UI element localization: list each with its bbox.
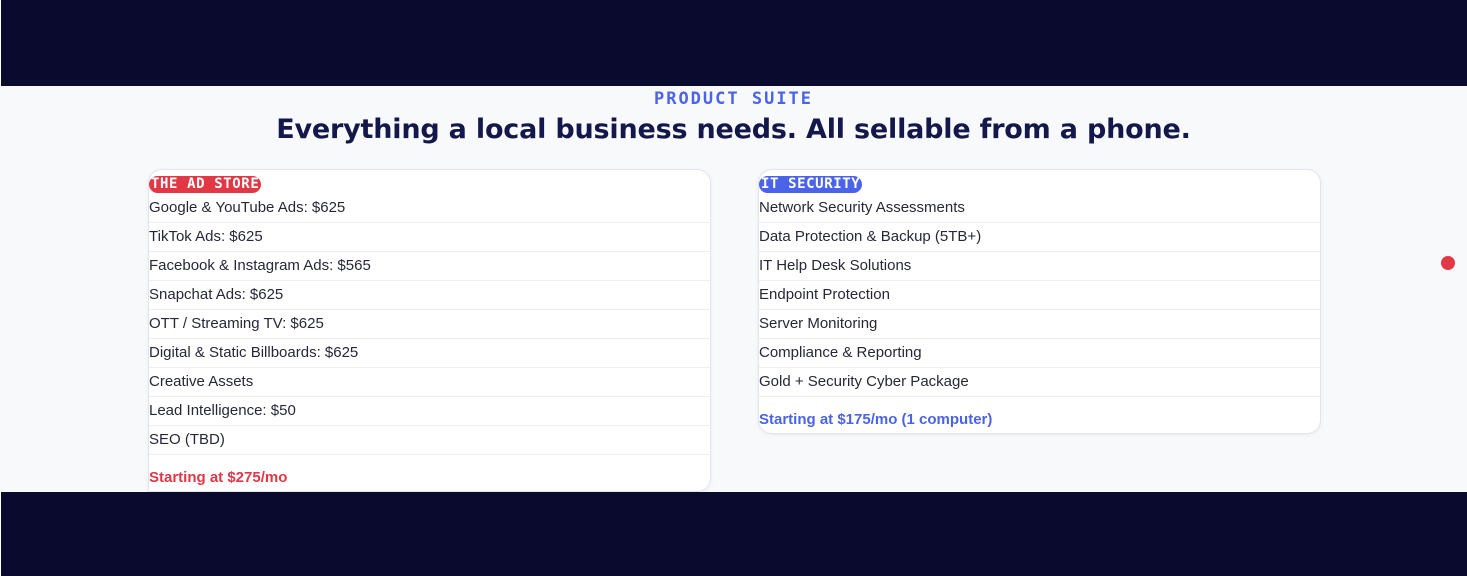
list-item: Google & YouTube Ads: $625: [149, 194, 710, 223]
bottom-dark-band: [0, 492, 1467, 576]
section-headline: Everything a local business needs. All s…: [276, 114, 1191, 145]
list-item: Server Monitoring: [759, 310, 1320, 339]
it-security-list: Network Security Assessments Data Protec…: [759, 194, 1320, 397]
list-item: TikTok Ads: $625: [149, 223, 710, 252]
list-item: Lead Intelligence: $50: [149, 397, 710, 426]
list-item: Data Protection & Backup (5TB+): [759, 223, 1320, 252]
list-item: IT Help Desk Solutions: [759, 252, 1320, 281]
section-eyebrow: PRODUCT SUITE: [653, 89, 814, 109]
ad-store-card: THE AD STORE Google & YouTube Ads: $625 …: [148, 169, 711, 492]
list-item: Digital & Static Billboards: $625: [149, 339, 710, 368]
product-suite-section: PRODUCT SUITE Everything a local busines…: [0, 86, 1467, 492]
list-item: SEO (TBD): [149, 426, 710, 455]
red-dot-indicator: [1441, 256, 1455, 270]
list-item: OTT / Streaming TV: $625: [149, 310, 710, 339]
it-security-card: IT SECURITY Network Security Assessments…: [758, 169, 1321, 434]
list-item: Gold + Security Cyber Package: [759, 368, 1320, 397]
list-item: Network Security Assessments: [759, 194, 1320, 223]
it-security-badge: IT SECURITY: [759, 176, 863, 193]
ad-store-price: Starting at $275/mo: [149, 469, 288, 486]
list-item: Creative Assets: [149, 368, 710, 397]
ad-store-list: Google & YouTube Ads: $625 TikTok Ads: $…: [149, 194, 710, 455]
ad-store-badge: THE AD STORE: [149, 176, 262, 193]
list-item: Compliance & Reporting: [759, 339, 1320, 368]
list-item: Snapchat Ads: $625: [149, 281, 710, 310]
it-security-price: Starting at $175/mo (1 computer): [759, 411, 993, 428]
list-item: Facebook & Instagram Ads: $565: [149, 252, 710, 281]
top-dark-band: [0, 0, 1467, 86]
list-item: Endpoint Protection: [759, 281, 1320, 310]
